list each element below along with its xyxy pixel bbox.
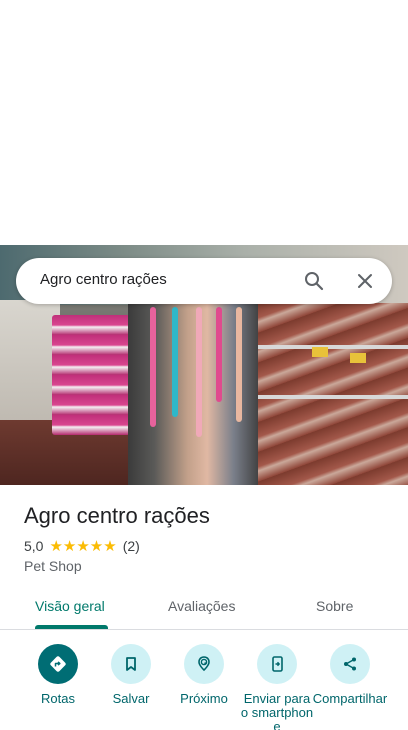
bookmark-icon [111,644,151,684]
photo-shelf-edge [258,345,408,349]
share-icon [330,644,370,684]
save-button[interactable]: Salvar [93,642,169,706]
review-count[interactable]: (2) [123,538,140,554]
search-bar[interactable]: Agro centro rações [16,258,392,304]
search-input[interactable]: Agro centro rações [40,271,167,288]
nearby-icon [184,644,224,684]
photo-price-tag [312,347,328,357]
photo-leash [216,307,222,402]
rating-row[interactable]: 5,0 ★★★★★ (2) [24,537,140,555]
save-label: Salvar [112,691,150,706]
directions-button[interactable]: Rotas [20,642,96,706]
directions-icon [38,644,78,684]
place-tabs: Visão geral Avaliações Sobre [0,590,408,630]
photo-leash [150,307,156,427]
share-button[interactable]: Compartilhar [312,642,388,706]
photo-leash [236,307,242,422]
map-blank-area [0,0,408,245]
tab-reviews[interactable]: Avaliações [168,598,235,614]
photo-price-tag [350,353,366,363]
place-category[interactable]: Pet Shop [24,558,82,574]
send-to-phone-icon [257,644,297,684]
search-icon[interactable] [302,269,326,293]
tab-active-indicator [35,625,108,629]
directions-label: Rotas [41,691,75,706]
rating-value: 5,0 [24,538,44,554]
tab-about[interactable]: Sobre [316,598,353,614]
photo-feed-bags [52,315,130,435]
tab-overview[interactable]: Visão geral [35,598,105,614]
share-label: Compartilhar [312,691,388,706]
close-icon[interactable] [353,269,377,293]
place-title: Agro centro rações [24,503,210,528]
action-bar: Rotas Salvar Próximo Enviar para o smart… [0,642,408,730]
photo-leash [172,307,178,417]
nearby-label: Próximo [180,691,228,706]
photo-shelf-edge [258,395,408,399]
nearby-button[interactable]: Próximo [166,642,242,706]
send-to-phone-button[interactable]: Enviar para o smartphone [239,642,315,730]
photo-shelves [258,303,408,485]
photo-leash [196,307,202,437]
star-rating-icon: ★★★★★ [49,538,117,555]
send-to-phone-label: Enviar para o smartphone [240,691,314,730]
